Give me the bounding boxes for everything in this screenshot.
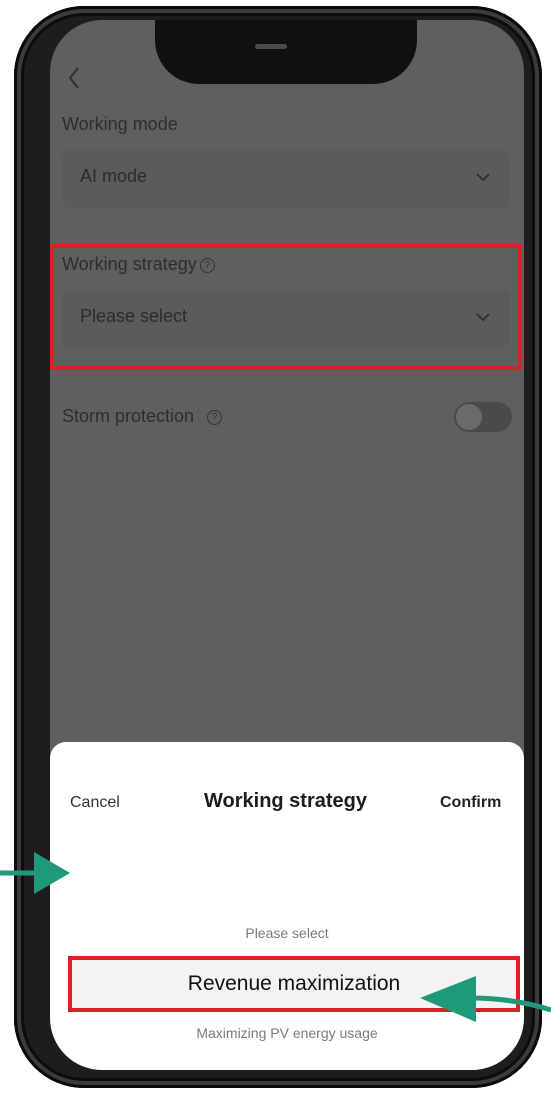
storm-protection-label-row: Storm protection ? bbox=[62, 406, 223, 427]
chevron-down-icon bbox=[476, 173, 490, 182]
toggle-knob bbox=[456, 404, 482, 430]
picker-title: Working strategy bbox=[204, 790, 367, 812]
help-icon[interactable]: ? bbox=[207, 410, 223, 425]
working-strategy-highlight bbox=[50, 244, 522, 370]
arrow-pointer-icon bbox=[420, 976, 551, 1022]
phone-notch bbox=[155, 20, 417, 84]
speaker-grille bbox=[255, 44, 287, 49]
working-mode-value: AI mode bbox=[80, 166, 148, 186]
chevron-left-icon[interactable] bbox=[62, 58, 86, 98]
storm-protection-toggle[interactable] bbox=[454, 402, 512, 432]
confirm-button[interactable]: Confirm bbox=[440, 794, 501, 812]
arrow-pointer-icon bbox=[0, 852, 70, 894]
picker-option[interactable]: Please select bbox=[50, 925, 524, 941]
storm-protection-label: Storm protection bbox=[62, 406, 195, 426]
app-screen: Working mode AI mode Working strategy? P… bbox=[50, 20, 524, 1070]
cancel-button[interactable]: Cancel bbox=[70, 794, 120, 812]
working-mode-label: Working mode bbox=[62, 114, 178, 134]
working-mode-select[interactable]: AI mode bbox=[62, 150, 510, 208]
